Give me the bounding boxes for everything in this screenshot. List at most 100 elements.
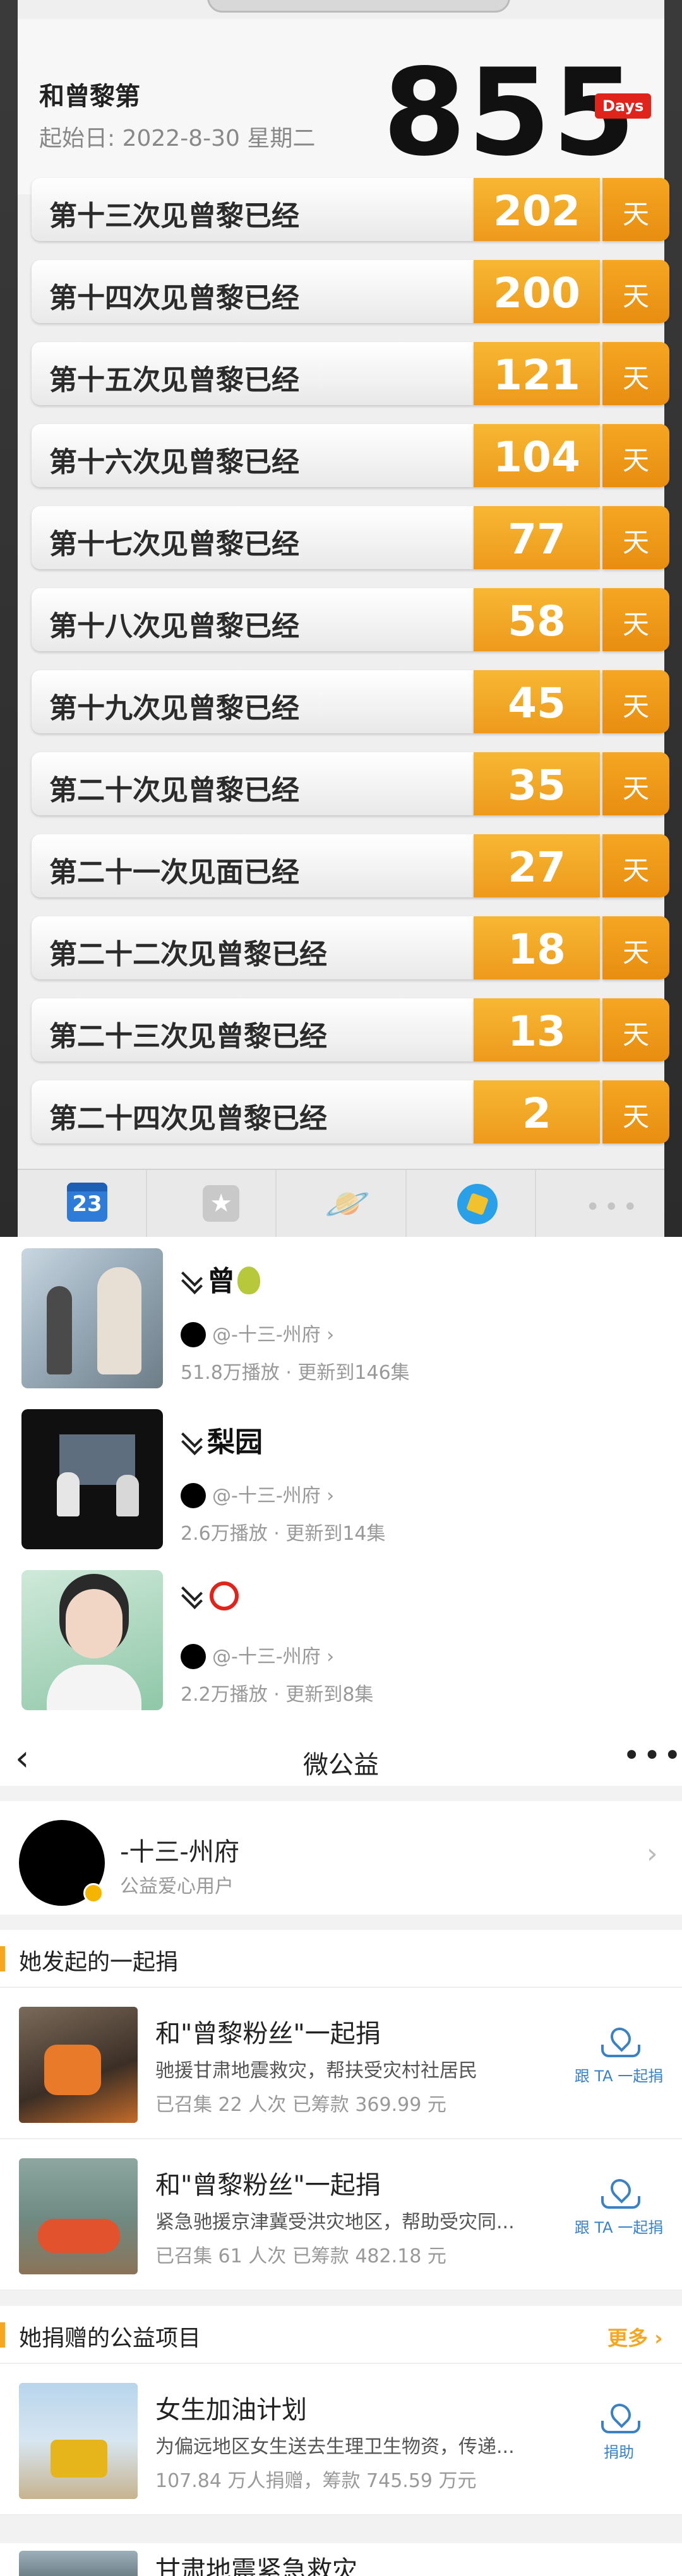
row-label-box: 第十七次见曾黎已经 [32, 506, 474, 569]
fundraiser-description: 驰援甘肃地震救灾，帮扶受灾村社居民 [155, 2060, 477, 2082]
row-label: 第二十次见曾黎已经 [49, 774, 299, 806]
video-series-item[interactable]: @-十三-州府 › 2.2万播放 · 更新到8集 [0, 1559, 682, 1710]
row-unit-box: 天 [602, 752, 669, 815]
row-days-value: 2 [522, 1089, 551, 1138]
row-label: 第十三次见曾黎已经 [49, 200, 299, 232]
row-unit-box: 天 [602, 178, 669, 241]
countdown-row[interactable]: 第十八次见曾黎已经 58 天 [32, 588, 669, 651]
row-label: 第十七次见曾黎已经 [49, 528, 299, 560]
row-label-box: 第十六次见曾黎已经 [32, 424, 474, 487]
row-unit-box: 天 [602, 998, 669, 1061]
video-author[interactable]: @-十三-州府 › [181, 1480, 334, 1508]
row-days-box: 77 [474, 506, 600, 569]
badge-tab[interactable] [407, 1170, 536, 1237]
row-unit: 天 [622, 609, 649, 640]
row-days-box: 45 [474, 670, 600, 733]
donate-hand-icon [600, 2028, 640, 2057]
countdown-row[interactable]: 第十七次见曾黎已经 77 天 [32, 506, 669, 569]
join-donation-button[interactable]: 跟 TA 一起捐 [568, 2028, 669, 2086]
countdown-row[interactable]: 第十五次见曾黎已经 121 天 [32, 342, 669, 405]
countdown-row[interactable]: 第二十次见曾黎已经 35 天 [32, 752, 669, 815]
collection-icon [181, 1586, 202, 1608]
video-thumbnail[interactable] [21, 1248, 163, 1388]
project-item[interactable]: 女生加油计划 为偏远地区女生送去生理卫生物资，传递... 107.84 万人捐赠… [0, 2364, 682, 2515]
video-author[interactable]: @-十三-州府 › [181, 1641, 334, 1669]
row-unit-box: 天 [602, 670, 669, 733]
row-label: 第十五次见曾黎已经 [49, 364, 299, 396]
donate-button[interactable]: 捐助 [568, 2404, 669, 2462]
row-unit-box: 天 [602, 588, 669, 651]
more-tab[interactable]: ••• [536, 1170, 664, 1237]
row-unit: 天 [622, 937, 649, 968]
row-label-box: 第二十三次见曾黎已经 [32, 998, 474, 1061]
row-label: 第十八次见曾黎已经 [49, 610, 299, 642]
project-thumbnail [19, 2551, 138, 2576]
row-days-box: 18 [474, 916, 600, 979]
video-series-item[interactable]: 曾 @-十三-州府 › 51.8万播放 · 更新到146集 [0, 1237, 682, 1388]
avatar [181, 1322, 206, 1347]
countdown-start-date: 起始日: 2022-8-30 星期二 [39, 126, 316, 151]
calendar-icon: 23 [67, 1183, 107, 1222]
countdown-row[interactable]: 第二十一次见面已经 27 天 [32, 834, 669, 897]
badge-icon [457, 1184, 498, 1224]
fundraiser-title: 和"曾黎粉丝"一起捐 [155, 2019, 381, 2048]
more-link[interactable]: 更多 › [607, 2322, 662, 2351]
fundraiser-item[interactable]: 和"曾黎粉丝"一起捐 紧急驰援京津冀受洪灾地区，帮助受灾同... 已召集 61 … [0, 2139, 682, 2291]
countdown-row[interactable]: 第二十四次见曾黎已经 2 天 [32, 1080, 669, 1143]
row-unit-box: 天 [602, 506, 669, 569]
charity-page: ‹ 微公益 ••• -十三-州府 公益爱心用户 › 她发起的一起捐 和"曾黎粉丝… [0, 1729, 682, 2576]
row-label-box: 第十三次见曾黎已经 [32, 178, 474, 241]
join-donation-button[interactable]: 跟 TA 一起捐 [568, 2180, 669, 2237]
section-accent-bar [0, 2322, 5, 2348]
video-series-list: 曾 @-十三-州府 › 51.8万播放 · 更新到146集 梨园 @-十三-州府… [0, 1237, 682, 1729]
more-icon[interactable]: ••• [623, 1738, 682, 1773]
row-label: 第二十一次见面已经 [49, 856, 299, 889]
row-days-value: 200 [493, 269, 580, 317]
planet-tab[interactable]: 🪐 [277, 1170, 407, 1237]
countdown-row[interactable]: 第二十三次见曾黎已经 13 天 [32, 998, 669, 1061]
countdown-title: 和曾黎第 [39, 82, 140, 111]
row-days-box: 121 [474, 342, 600, 405]
video-thumbnail[interactable] [21, 1570, 163, 1710]
row-unit: 天 [622, 363, 649, 394]
video-thumbnail[interactable] [21, 1409, 163, 1549]
video-series-title[interactable]: 曾 [181, 1258, 260, 1299]
project-description: 为偏远地区女生送去生理卫生物资，传递... [155, 2436, 515, 2458]
row-unit-box: 天 [602, 424, 669, 487]
row-label: 第二十二次见曾黎已经 [49, 938, 327, 971]
row-label-box: 第十四次见曾黎已经 [32, 260, 474, 323]
countdown-header: 和曾黎第 起始日: 2022-8-30 星期二 855 Days [18, 19, 664, 194]
project-stats: 107.84 万人捐赠，筹款 745.59 万元 [155, 2470, 477, 2492]
countdown-row[interactable]: 第二十二次见曾黎已经 18 天 [32, 916, 669, 979]
video-series-title[interactable] [181, 1580, 239, 1612]
row-unit: 天 [622, 855, 649, 886]
row-days-box: 200 [474, 260, 600, 323]
countdown-row[interactable]: 第十六次见曾黎已经 104 天 [32, 424, 669, 487]
countdown-row[interactable]: 第十三次见曾黎已经 202 天 [32, 178, 669, 241]
donate-hand-icon [600, 2404, 640, 2433]
row-unit: 天 [622, 1019, 649, 1050]
video-series-item[interactable]: 梨园 @-十三-州府 › 2.6万播放 · 更新到14集 [0, 1398, 682, 1549]
star-tab[interactable]: ★ [147, 1170, 277, 1237]
nav-bar: ‹ 微公益 ••• [0, 1729, 682, 1786]
video-series-title[interactable]: 梨园 [181, 1419, 263, 1460]
row-days-value: 13 [508, 1007, 566, 1056]
row-label: 第二十四次见曾黎已经 [49, 1102, 327, 1135]
avatar [181, 1483, 206, 1508]
video-author[interactable]: @-十三-州府 › [181, 1319, 334, 1347]
row-label-box: 第二十四次见曾黎已经 [32, 1080, 474, 1143]
fundraiser-title: 和"曾黎粉丝"一起捐 [155, 2171, 381, 2200]
red-circle-icon [210, 1581, 239, 1610]
project-item-partial[interactable]: 甘肃地震紧急救灾 [0, 2543, 682, 2576]
row-label: 第十四次见曾黎已经 [49, 282, 299, 314]
user-card[interactable]: -十三-州府 公益爱心用户 › [0, 1801, 682, 1915]
section-title: 她发起的一起捐 [19, 1949, 179, 1975]
video-meta: 2.2万播放 · 更新到8集 [181, 1684, 374, 1706]
join-donation-label: 跟 TA 一起捐 [574, 2067, 664, 2085]
countdown-row[interactable]: 第十九次见曾黎已经 45 天 [32, 670, 669, 733]
countdown-row[interactable]: 第十四次见曾黎已经 200 天 [32, 260, 669, 323]
fundraiser-item[interactable]: 和"曾黎粉丝"一起捐 驰援甘肃地震救灾，帮扶受灾村社居民 已召集 22 人次 已… [0, 1988, 682, 2139]
row-days-box: 35 [474, 752, 600, 815]
row-days-box: 13 [474, 998, 600, 1061]
calendar-tab[interactable]: 23 [18, 1170, 148, 1237]
